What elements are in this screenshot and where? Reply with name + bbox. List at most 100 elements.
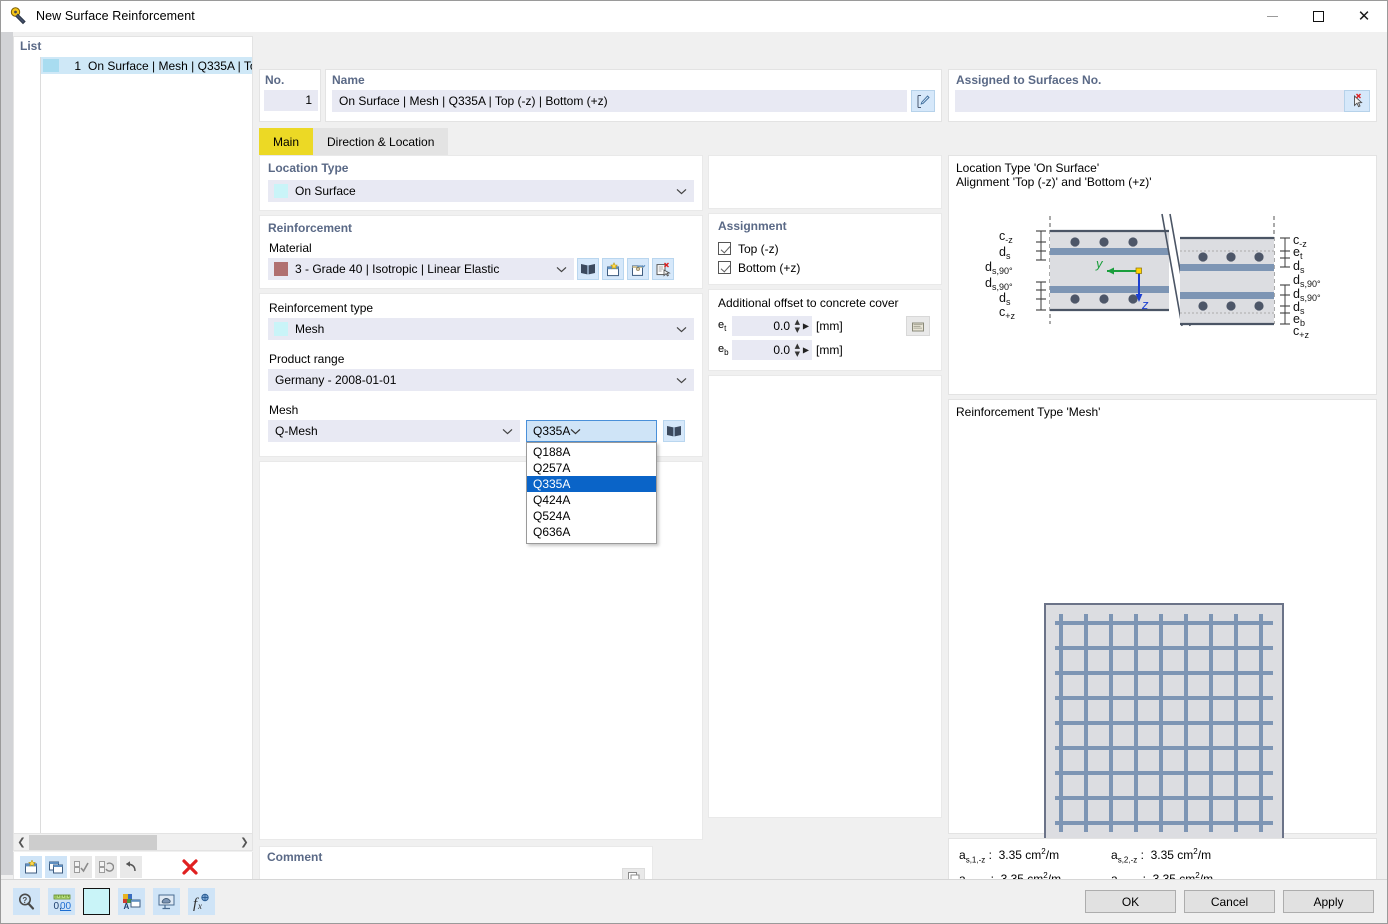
assigned-surfaces-panel: Assigned to Surfaces No. bbox=[948, 69, 1377, 122]
eb-value: 0.0 bbox=[773, 343, 790, 357]
scroll-thumb[interactable] bbox=[29, 834, 157, 850]
list-body[interactable]: 1 On Surface | Mesh | Q335A | Top (-z) |… bbox=[40, 57, 252, 833]
top-label: Top (-z) bbox=[738, 241, 779, 256]
main-form-column: Location Type On Surface Reinforcement M… bbox=[259, 155, 703, 840]
svg-text:ds: ds bbox=[999, 245, 1011, 261]
dropdown-option-selected[interactable]: Q335A bbox=[527, 476, 656, 492]
edit-material-icon[interactable] bbox=[627, 258, 649, 280]
number-input[interactable]: 1 bbox=[264, 90, 318, 111]
ok-button[interactable]: OK bbox=[1085, 890, 1176, 913]
location-type-value: On Surface bbox=[295, 184, 356, 198]
color-swatch-button[interactable] bbox=[83, 888, 110, 915]
delete-material-icon[interactable] bbox=[652, 258, 674, 280]
pick-surfaces-icon[interactable] bbox=[1344, 90, 1370, 112]
eb-stepper-icon[interactable]: ▲ ▼ bbox=[795, 342, 800, 358]
location-type-swatch bbox=[274, 184, 288, 198]
et-label: et bbox=[718, 318, 727, 334]
assignment-bottom-row[interactable]: Bottom (+z) bbox=[709, 258, 941, 277]
help-icon[interactable]: ? bbox=[13, 888, 40, 915]
list-item[interactable]: 1 On Surface | Mesh | Q335A | Top (-z) |… bbox=[41, 57, 252, 74]
left-rail bbox=[1, 32, 13, 875]
dialog-window: New Surface Reinforcement ✕ List 1 On Su… bbox=[0, 0, 1388, 924]
svg-text:c-z: c-z bbox=[999, 229, 1013, 245]
material-library-icon[interactable] bbox=[577, 258, 599, 280]
bottom-label: Bottom (+z) bbox=[738, 260, 801, 275]
undo-icon[interactable] bbox=[120, 855, 142, 878]
dropdown-option[interactable]: Q424A bbox=[527, 492, 656, 508]
preview-column: Location Type 'On Surface' Alignment 'To… bbox=[948, 155, 1377, 898]
et-expand-icon[interactable]: ▶ bbox=[803, 322, 809, 331]
reinforcement-type-combo[interactable]: Mesh bbox=[268, 318, 694, 340]
name-panel: Name On Surface | Mesh | Q335A | Top (-z… bbox=[325, 69, 942, 122]
delete-icon[interactable] bbox=[179, 856, 201, 878]
mesh-size-combo[interactable]: Q335A bbox=[526, 420, 657, 442]
mesh-config-section: Reinforcement type Mesh Product range Ge… bbox=[259, 293, 703, 544]
new-material-icon[interactable] bbox=[602, 258, 624, 280]
mesh-size-dropdown-list[interactable]: Q188A Q257A Q335A Q424A Q524A Q636A bbox=[526, 442, 657, 544]
assigned-surfaces-input[interactable] bbox=[955, 90, 1344, 112]
numeric-format-icon[interactable]: 0, 00 bbox=[48, 888, 75, 915]
duplicate-item-icon[interactable] bbox=[45, 855, 67, 878]
material-color-swatch bbox=[274, 262, 288, 276]
diagram-caption-line2: Alignment 'Top (-z)' and 'Bottom (+z)' bbox=[956, 175, 1152, 189]
material-combo[interactable]: 3 - Grade 40 | Isotropic | Linear Elasti… bbox=[268, 258, 574, 280]
offset-eb-row: eb 0.0 ▲ ▼ ▶ [mm] bbox=[709, 338, 941, 362]
et-stepper-icon[interactable]: ▲ ▼ bbox=[795, 318, 800, 334]
eb-input[interactable]: 0.0 ▲ ▼ ▶ bbox=[732, 340, 812, 360]
model-view-icon[interactable] bbox=[153, 888, 180, 915]
tab-main[interactable]: Main bbox=[259, 128, 314, 155]
scroll-track[interactable] bbox=[29, 834, 237, 850]
list-header: List bbox=[14, 37, 252, 55]
mesh-size-value: Q335A bbox=[533, 424, 571, 438]
list-gutter bbox=[14, 57, 40, 833]
dropdown-option[interactable]: Q257A bbox=[527, 460, 656, 476]
svg-text:x: x bbox=[197, 901, 202, 911]
list-item-label: On Surface | Mesh | Q335A | Top (-z) | B… bbox=[88, 58, 252, 73]
mesh-preview-panel: Reinforcement Type 'Mesh' bbox=[948, 399, 1377, 843]
dropdown-option[interactable]: Q636A bbox=[527, 524, 656, 540]
reinforcement-type-label: Reinforcement type bbox=[269, 301, 374, 315]
tab-direction-location[interactable]: Direction & Location bbox=[313, 128, 449, 155]
top-checkbox[interactable] bbox=[718, 242, 731, 255]
maximize-button[interactable] bbox=[1295, 1, 1341, 32]
new-item-icon[interactable] bbox=[20, 855, 42, 878]
offset-detail-icon[interactable] bbox=[906, 316, 930, 336]
bottom-checkbox[interactable] bbox=[718, 261, 731, 274]
cancel-button[interactable]: Cancel bbox=[1184, 890, 1275, 913]
list-toolbar bbox=[13, 852, 253, 882]
scroll-left-icon[interactable]: ❮ bbox=[14, 837, 29, 848]
assignment-top-row[interactable]: Top (-z) bbox=[709, 239, 941, 258]
close-button[interactable]: ✕ bbox=[1341, 1, 1387, 32]
mesh-type-combo[interactable]: Q-Mesh bbox=[268, 420, 520, 442]
mesh-library-icon[interactable] bbox=[663, 420, 685, 442]
dropdown-option[interactable]: Q188A bbox=[527, 444, 656, 460]
list-horizontal-scrollbar[interactable]: ❮ ❯ bbox=[13, 834, 253, 851]
product-range-combo[interactable]: Germany - 2008-01-01 bbox=[268, 369, 694, 391]
material-row: 3 - Grade 40 | Isotropic | Linear Elasti… bbox=[268, 258, 694, 280]
formula-icon[interactable]: f x bbox=[188, 888, 215, 915]
apply-button[interactable]: Apply bbox=[1283, 890, 1374, 913]
minimize-button[interactable] bbox=[1249, 1, 1295, 32]
chevron-down-icon bbox=[676, 184, 687, 198]
dropdown-option[interactable]: Q524A bbox=[527, 508, 656, 524]
location-type-combo[interactable]: On Surface bbox=[268, 180, 694, 202]
product-range-label: Product range bbox=[269, 352, 345, 366]
reinforcement-title: Reinforcement bbox=[268, 221, 353, 235]
et-input[interactable]: 0.0 ▲ ▼ ▶ bbox=[732, 316, 812, 336]
display-properties-icon[interactable]: A bbox=[118, 888, 145, 915]
svg-text:A: A bbox=[124, 902, 130, 910]
assignment-column: Assignment Top (-z) Bottom (+z) Addition… bbox=[708, 155, 942, 822]
name-input[interactable]: On Surface | Mesh | Q335A | Top (-z) | B… bbox=[332, 90, 907, 112]
eb-expand-icon[interactable]: ▶ bbox=[803, 346, 809, 355]
reinforcement-type-swatch bbox=[274, 322, 288, 336]
bottom-bar: ? 0, 00 A f x OK Cancel Apply bbox=[1, 879, 1387, 923]
diagram-caption-line1: Location Type 'On Surface' bbox=[956, 161, 1100, 175]
assignment-filler bbox=[708, 375, 942, 818]
dialog-body: List 1 On Surface | Mesh | Q335A | Top (… bbox=[1, 32, 1387, 923]
mesh-label: Mesh bbox=[269, 403, 299, 417]
scroll-right-icon[interactable]: ❯ bbox=[237, 837, 252, 848]
assignment-title: Assignment bbox=[718, 219, 787, 233]
name-edit-icon[interactable] bbox=[911, 90, 935, 112]
product-range-value: Germany - 2008-01-01 bbox=[275, 373, 397, 387]
eb-unit: [mm] bbox=[816, 343, 843, 357]
